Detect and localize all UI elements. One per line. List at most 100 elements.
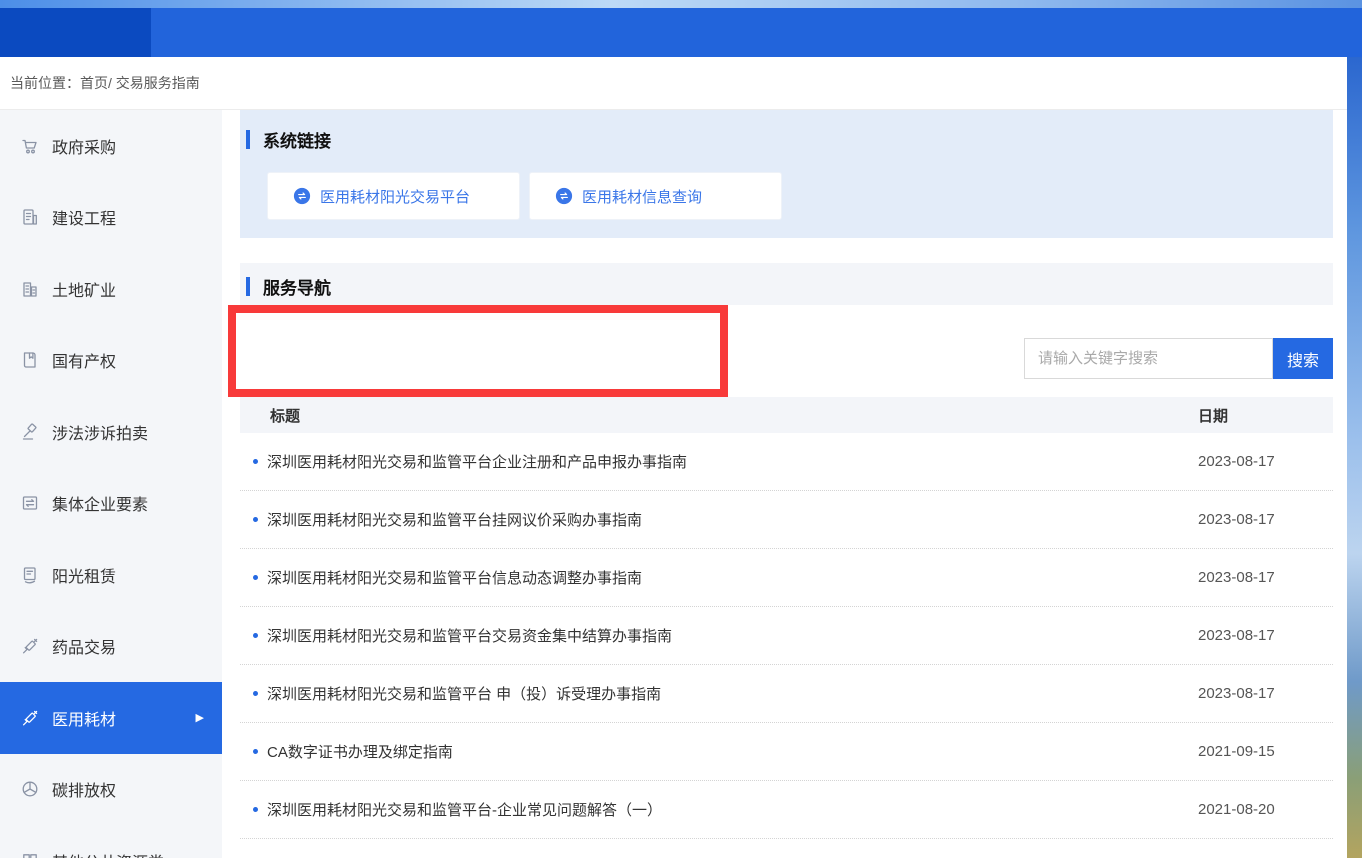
list-item-title-wrap: 深圳医用耗材阳光交易和监管平台-企业常见问题解答（一）	[240, 799, 662, 820]
breadcrumb: 当前位置： 首页/ 交易服务指南	[0, 57, 1362, 110]
nav-item[interactable]	[908, 8, 1059, 57]
list-item-date: 2023-08-17	[1198, 453, 1333, 470]
nav-item[interactable]	[1059, 8, 1210, 57]
system-link-cards: 医用耗材阳光交易平台 医用耗材信息查询	[267, 172, 782, 220]
nav-item[interactable]	[454, 8, 605, 57]
system-link-card[interactable]: 医用耗材信息查询	[529, 172, 782, 220]
nav-item[interactable]	[0, 8, 151, 57]
list-item-title-wrap: 深圳医用耗材阳光交易和监管平台交易资金集中结算办事指南	[240, 625, 672, 646]
board-arrows-icon	[20, 493, 40, 513]
sidebar-item[interactable]: 土地矿业 ▶	[0, 253, 222, 325]
list-item-date: 2021-08-20	[1198, 801, 1333, 818]
list-item[interactable]: 深圳医用耗材阳光交易和监管平台 申（投）诉受理办事指南 2023-08-17	[240, 665, 1333, 723]
syringe-icon	[20, 708, 40, 728]
bullet-dot-icon	[253, 459, 258, 464]
top-navbar	[0, 8, 1362, 57]
sidebar-item-label: 其他公共资源类	[52, 849, 164, 858]
category-sidebar: 政府采购 ▶ 建设工程 ▶ 土地矿业 ▶ 国有产权 ▶ 涉法涉诉拍卖 ▶ 集体企…	[0, 110, 222, 858]
nav-item[interactable]	[303, 8, 454, 57]
sidebar-item[interactable]: 医用耗材 ▶	[0, 682, 222, 754]
sidebar-item[interactable]: 政府采购 ▶	[0, 110, 222, 182]
nav-item[interactable]	[1211, 8, 1362, 57]
system-link-label: 医用耗材阳光交易平台	[320, 186, 470, 207]
search-input[interactable]	[1024, 338, 1273, 379]
list-item-title-wrap: 深圳医用耗材阳光交易和监管平台 申（投）诉受理办事指南	[240, 683, 661, 704]
breadcrumb-path: 首页/ 交易服务指南	[80, 73, 200, 93]
article-list: 深圳医用耗材阳光交易和监管平台企业注册和产品申报办事指南 2023-08-17 …	[240, 433, 1333, 839]
sidebar-item[interactable]: 其他公共资源类 ▶	[0, 825, 222, 858]
certificate-icon	[20, 350, 40, 370]
bullet-dot-icon	[253, 749, 258, 754]
sidebar-item[interactable]: 涉法涉诉拍卖 ▶	[0, 396, 222, 468]
page-banner-strip	[0, 0, 1362, 8]
list-item-title-wrap: 深圳医用耗材阳光交易和监管平台信息动态调整办事指南	[240, 567, 642, 588]
sidebar-item[interactable]: 建设工程 ▶	[0, 182, 222, 254]
sidebar-item-label: 药品交易	[52, 634, 116, 658]
system-links-section: 系统链接 医用耗材阳光交易平台 医用耗材信息查询	[240, 110, 1333, 238]
sidebar-item-label: 涉法涉诉拍卖	[52, 420, 148, 444]
column-header-title: 标题	[240, 405, 300, 426]
list-item[interactable]: 深圳医用耗材阳光交易和监管平台交易资金集中结算办事指南 2023-08-17	[240, 607, 1333, 665]
list-item-title: 深圳医用耗材阳光交易和监管平台-企业常见问题解答（一）	[267, 799, 662, 820]
nav-item[interactable]	[605, 8, 756, 57]
bullet-dot-icon	[253, 575, 258, 580]
construction-doc-icon	[20, 207, 40, 227]
bullet-dot-icon	[253, 633, 258, 638]
sidebar-item[interactable]: 国有产权 ▶	[0, 325, 222, 397]
tab-row: 搜索	[240, 305, 1333, 397]
background-image-strip	[1347, 57, 1362, 858]
sidebar-item-label: 国有产权	[52, 348, 116, 372]
section-accent-bar	[246, 277, 250, 296]
bullet-dot-icon	[253, 807, 258, 812]
search-group: 搜索	[1024, 338, 1333, 379]
list-item-date: 2023-08-17	[1198, 511, 1333, 528]
cart-icon	[20, 136, 40, 156]
main-content: 系统链接 医用耗材阳光交易平台 医用耗材信息查询 服务导航 搜索	[240, 110, 1333, 858]
list-item-title: 深圳医用耗材阳光交易和监管平台企业注册和产品申报办事指南	[267, 451, 687, 472]
sidebar-item-label: 土地矿业	[52, 277, 116, 301]
gavel-icon	[20, 422, 40, 442]
sidebar-item-label: 碳排放权	[52, 777, 116, 801]
sidebar-item-label: 建设工程	[52, 205, 116, 229]
list-item-title-wrap: 深圳医用耗材阳光交易和监管平台企业注册和产品申报办事指南	[240, 451, 687, 472]
service-nav-section: 服务导航	[240, 263, 1333, 305]
nav-item[interactable]	[151, 8, 302, 57]
sidebar-item[interactable]: 碳排放权 ▶	[0, 754, 222, 826]
link-circle-icon	[555, 187, 573, 205]
list-item[interactable]: 深圳医用耗材阳光交易和监管平台信息动态调整办事指南 2023-08-17	[240, 549, 1333, 607]
list-item[interactable]: 深圳医用耗材阳光交易和监管平台-企业常见问题解答（一） 2021-08-20	[240, 781, 1333, 839]
list-item-title-wrap: CA数字证书办理及绑定指南	[240, 741, 453, 762]
sidebar-item-label: 政府采购	[52, 134, 116, 158]
list-item[interactable]: 深圳医用耗材阳光交易和监管平台挂网议价采购办事指南 2023-08-17	[240, 491, 1333, 549]
list-item[interactable]: CA数字证书办理及绑定指南 2021-09-15	[240, 723, 1333, 781]
list-item-date: 2021-09-15	[1198, 743, 1333, 760]
wheel-icon	[20, 779, 40, 799]
submenu-arrow-icon: ▶	[196, 711, 204, 724]
list-item-title: 深圳医用耗材阳光交易和监管平台挂网议价采购办事指南	[267, 509, 642, 530]
sidebar-item[interactable]: 阳光租赁 ▶	[0, 539, 222, 611]
building-icon	[20, 279, 40, 299]
list-item-title: 深圳医用耗材阳光交易和监管平台交易资金集中结算办事指南	[267, 625, 672, 646]
search-button[interactable]: 搜索	[1273, 338, 1333, 379]
sidebar-item[interactable]: 药品交易 ▶	[0, 611, 222, 683]
grid-icon	[20, 851, 40, 858]
sidebar-item-label: 医用耗材	[52, 706, 116, 730]
syringe-icon	[20, 636, 40, 656]
section-title: 服务导航	[263, 274, 331, 299]
list-item-title: 深圳医用耗材阳光交易和监管平台 申（投）诉受理办事指南	[267, 683, 661, 704]
doc-hand-icon	[20, 565, 40, 585]
list-item-title-wrap: 深圳医用耗材阳光交易和监管平台挂网议价采购办事指南	[240, 509, 642, 530]
bullet-dot-icon	[253, 517, 258, 522]
section-title: 系统链接	[263, 127, 331, 152]
sidebar-item[interactable]: 集体企业要素 ▶	[0, 468, 222, 540]
breadcrumb-label: 当前位置：	[10, 73, 80, 93]
service-tabs	[251, 341, 365, 355]
system-link-card[interactable]: 医用耗材阳光交易平台	[267, 172, 520, 220]
sidebar-item-label: 阳光租赁	[52, 563, 116, 587]
list-header: 标题 日期	[240, 397, 1333, 433]
section-accent-bar	[246, 130, 250, 149]
nav-item[interactable]	[757, 8, 908, 57]
list-item[interactable]: 深圳医用耗材阳光交易和监管平台企业注册和产品申报办事指南 2023-08-17	[240, 433, 1333, 491]
list-item-date: 2023-08-17	[1198, 569, 1333, 586]
sidebar-item-label: 集体企业要素	[52, 491, 148, 515]
